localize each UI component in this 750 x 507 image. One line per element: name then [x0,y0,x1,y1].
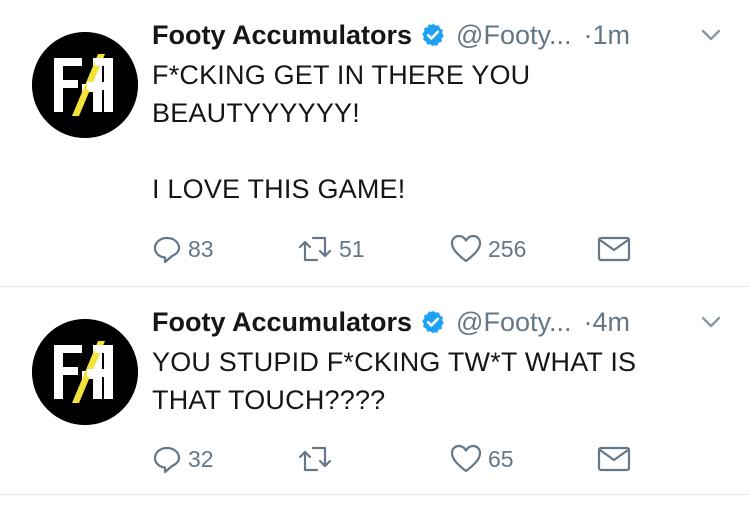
tweet[interactable]: Footy Accumulators @Footy... · 4m YOU ST… [0,287,750,493]
fa-logo-icon [32,32,138,138]
like-count: 256 [488,235,527,262]
avatar[interactable] [32,319,138,425]
heart-icon [450,444,482,473]
chevron-down-icon[interactable] [700,311,722,338]
like-count: 65 [488,445,514,472]
tweet-text: F*CKING GET IN THERE YOU BEAUTYYYYYY! I … [152,60,531,204]
reply-button[interactable]: 32 [152,442,214,476]
retweet-button[interactable] [297,442,339,476]
display-name[interactable]: Footy Accumulators [152,307,412,338]
like-button[interactable]: 65 [450,442,514,476]
heart-icon [450,234,482,263]
chevron-down-icon[interactable] [700,24,722,51]
tweet[interactable]: Footy Accumulators @Footy... · 1m F*CKIN… [0,0,750,285]
retweet-count: 51 [339,235,365,262]
verified-badge-icon [420,22,446,48]
avatar[interactable] [32,32,138,138]
retweet-icon [298,236,332,262]
reply-count: 32 [188,445,214,472]
tweet-header: Footy Accumulators @Footy... · 1m [152,15,630,55]
timestamp[interactable]: 1m [592,20,630,51]
tweet-actions: 83 51 256 [152,232,642,266]
retweet-button[interactable]: 51 [297,232,365,266]
display-name[interactable]: Footy Accumulators [152,20,412,51]
tweet-text: YOU STUPID F*CKING TW*T WHAT IS THAT TOU… [152,347,637,415]
like-button[interactable]: 256 [450,232,526,266]
tweet-header: Footy Accumulators @Footy... · 4m [152,302,630,342]
reply-icon [153,236,181,264]
timestamp[interactable]: 4m [592,307,630,338]
divider [0,494,750,495]
reply-icon [153,446,181,474]
handle[interactable]: @Footy... [456,307,571,338]
reply-count: 83 [188,235,214,262]
verified-badge-icon [420,309,446,335]
retweet-icon [298,446,332,472]
direct-message-button[interactable] [597,232,631,266]
direct-message-button[interactable] [597,442,631,476]
envelope-icon [597,236,631,262]
fa-logo-icon [32,319,138,425]
tweet-actions: 32 65 [152,442,642,476]
separator-dot: · [583,19,593,50]
separator-dot: · [583,306,593,337]
handle[interactable]: @Footy... [456,20,571,51]
reply-button[interactable]: 83 [152,232,214,266]
envelope-icon [597,446,631,472]
